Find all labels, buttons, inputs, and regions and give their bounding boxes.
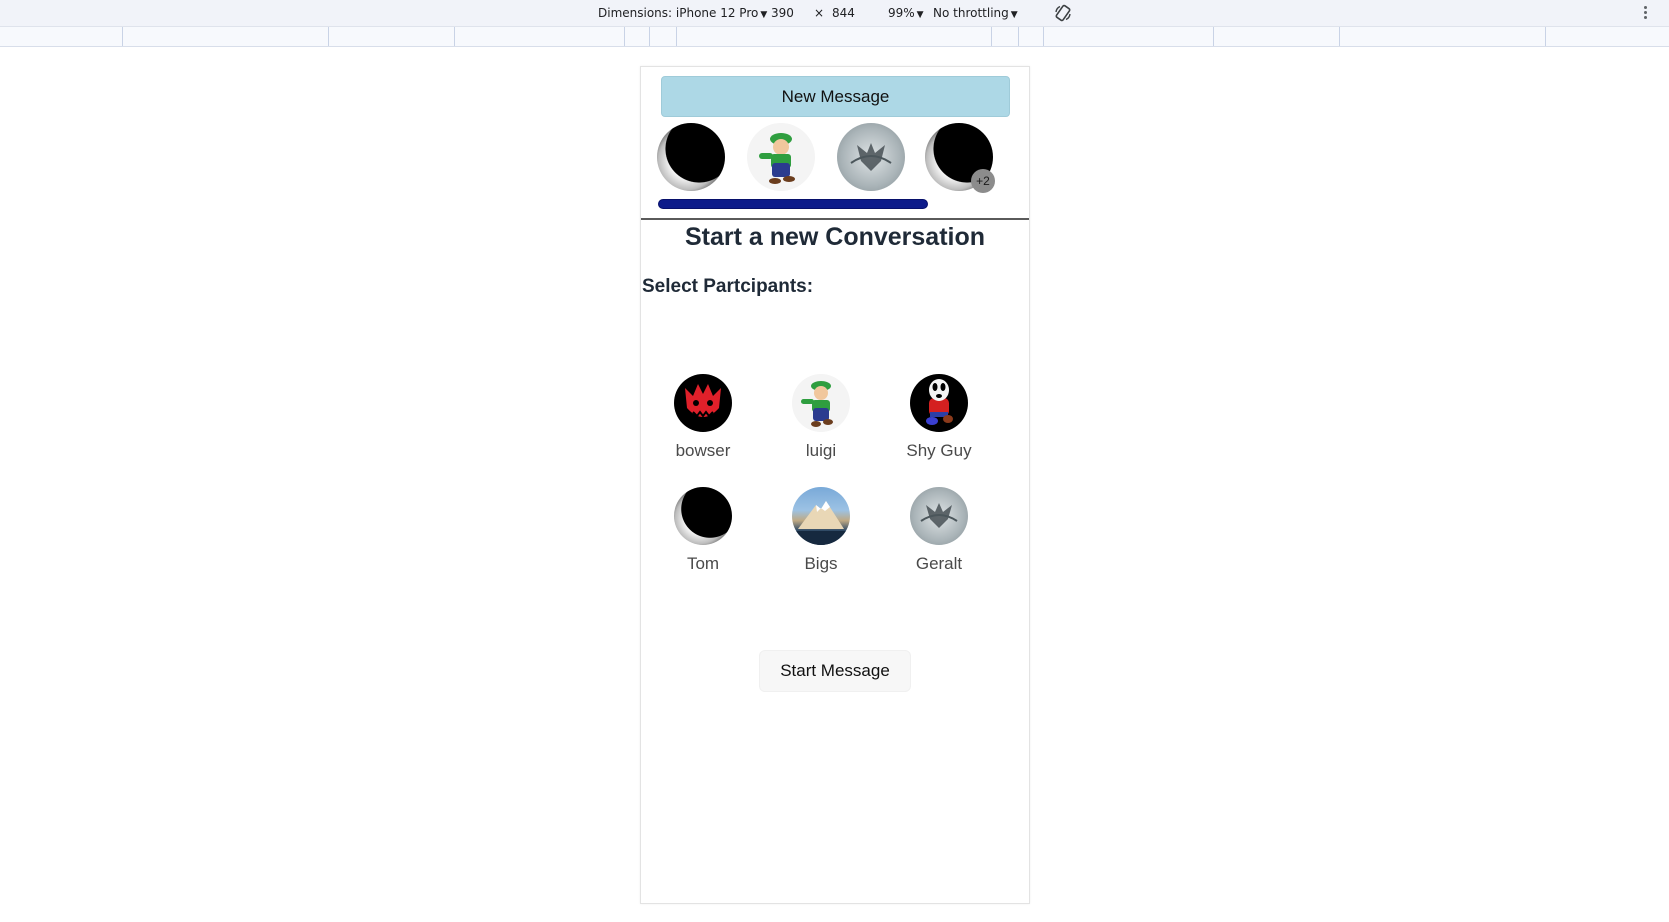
chevron-down-icon: ▼	[1010, 10, 1018, 20]
ruler-tick	[649, 27, 650, 46]
chevron-down-icon: ▼	[916, 10, 924, 20]
participant-geralt[interactable]: Geralt	[879, 487, 999, 574]
zoom-label: 99%	[888, 6, 915, 20]
ruler-tick	[1339, 27, 1340, 46]
participant-name: Geralt	[915, 554, 963, 573]
more-vert-icon[interactable]	[1644, 4, 1648, 22]
participant-name: Shy Guy	[906, 441, 972, 460]
participant-name: Bigs	[804, 554, 838, 573]
ruler-tick	[122, 27, 123, 46]
participant-luigi[interactable]: luigi	[761, 374, 881, 461]
times-symbol: ×	[814, 6, 825, 20]
ruler-tick	[1213, 27, 1214, 46]
bowser-avatar-icon	[674, 374, 732, 432]
ruler-tick	[676, 27, 677, 46]
rotate-icon[interactable]	[1054, 4, 1072, 22]
start-message-button[interactable]: Start Message	[759, 650, 911, 692]
zoom-select[interactable]: 99% ▼	[888, 6, 924, 20]
viewport-width-input[interactable]: 390	[771, 6, 794, 20]
moon-avatar-icon	[674, 487, 732, 545]
devtools-device-toolbar: Dimensions: iPhone 12 Pro ▼ 390 × 844 99%…	[0, 0, 1669, 27]
wolf-avatar-icon	[910, 487, 968, 545]
ruler-tick	[991, 27, 992, 46]
chevron-down-icon: ▼	[760, 10, 768, 20]
ruler-tick	[1545, 27, 1546, 46]
ruler-tick	[454, 27, 455, 46]
ruler-tick	[328, 27, 329, 46]
participant-name: bowser	[675, 441, 731, 460]
participant-bigs[interactable]: Bigs	[761, 487, 881, 574]
ruler-tick	[624, 27, 625, 46]
device-select-label: Dimensions: iPhone 12 Pro	[598, 6, 759, 20]
luigi-avatar-icon	[792, 374, 850, 432]
participant-shy-guy[interactable]: Shy Guy	[879, 374, 999, 461]
throttling-select[interactable]: No throttling ▼	[933, 6, 1018, 20]
participant-bowser[interactable]: bowser	[643, 374, 763, 461]
mountain-avatar-icon	[792, 487, 850, 545]
phone-viewport: New Message +2 Start a new Conversation …	[640, 66, 1030, 904]
throttling-label: No throttling	[933, 6, 1009, 20]
participant-grid: bowser luigi Shy Guy Tom Bigs Geralt	[641, 67, 1029, 903]
viewport-height-input[interactable]: 844	[832, 6, 855, 20]
media-query-ruler[interactable]	[0, 27, 1669, 47]
participant-name: luigi	[805, 441, 837, 460]
device-select[interactable]: Dimensions: iPhone 12 Pro ▼	[598, 6, 767, 20]
participant-name: Tom	[686, 554, 720, 573]
shy-guy-avatar-icon	[910, 374, 968, 432]
ruler-tick	[1018, 27, 1019, 46]
participant-tom[interactable]: Tom	[643, 487, 763, 574]
ruler-tick	[1043, 27, 1044, 46]
